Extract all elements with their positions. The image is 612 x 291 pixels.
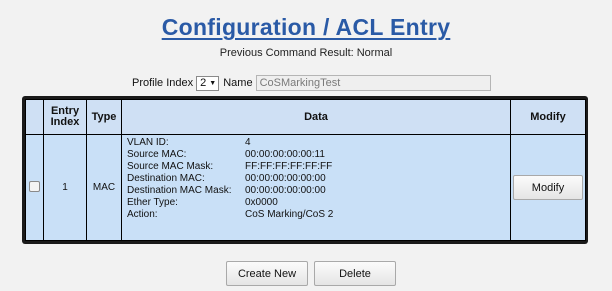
acl-table-container: Entry Index Type Data Modify 1 MAC VLAN … — [22, 96, 588, 244]
entry-index-cell: 1 — [44, 135, 86, 240]
row-select-cell — [26, 135, 43, 240]
field-key: Ether Type: — [127, 197, 178, 208]
field-value: CoS Marking/CoS 2 — [245, 209, 334, 220]
select-column-header — [26, 100, 43, 134]
command-result-text: Previous Command Result: Normal — [219, 47, 393, 59]
page-title: Configuration / ACL Entry — [161, 14, 451, 40]
profile-name-label: Name — [223, 77, 253, 89]
data-column-header: Data — [122, 100, 510, 134]
acl-entry-page: Configuration / ACL Entry Previous Comma… — [0, 0, 612, 291]
profile-index-label: Profile Index — [132, 77, 194, 89]
field-key: Source MAC: — [127, 149, 187, 160]
data-cell: VLAN ID: 4 Source MAC: 00:00:00:00:00:11… — [122, 135, 510, 240]
field-value: 00:00:00:00:00:00 — [245, 185, 326, 196]
source-mac-mask-field: Source MAC Mask: FF:FF:FF:FF:FF:FF — [127, 161, 510, 173]
delete-button[interactable]: Delete — [314, 261, 396, 286]
dropdown-arrow-icon: ▼ — [209, 79, 217, 87]
field-value: FF:FF:FF:FF:FF:FF — [245, 161, 333, 172]
destination-mac-mask-field: Destination MAC Mask: 00:00:00:00:00:00 — [127, 185, 510, 197]
profile-name-field[interactable] — [255, 75, 491, 91]
destination-mac-field: Destination MAC: 00:00:00:00:00:00 — [127, 173, 510, 185]
ether-type-field: Ether Type: 0x0000 — [127, 197, 510, 209]
entry-index-column-header: Entry Index — [44, 100, 86, 134]
field-key: VLAN ID: — [127, 137, 169, 148]
vlan-id-field: VLAN ID: 4 — [127, 137, 510, 149]
acl-entry-table: Entry Index Type Data Modify 1 MAC VLAN … — [25, 99, 586, 241]
profile-index-select[interactable]: 2 ▼ — [196, 75, 220, 91]
field-key: Action: — [127, 209, 158, 220]
field-key: Destination MAC Mask: — [127, 185, 232, 196]
action-field: Action: CoS Marking/CoS 2 — [127, 209, 510, 221]
field-value: 4 — [245, 137, 251, 148]
source-mac-field: Source MAC: 00:00:00:00:00:11 — [127, 149, 510, 161]
profile-selector-row: Profile Index 2 ▼ Name — [132, 74, 491, 92]
field-value: 00:00:00:00:00:11 — [245, 149, 325, 160]
modify-cell: Modify — [511, 135, 585, 240]
profile-index-value: 2 — [200, 77, 207, 89]
field-key: Source MAC Mask: — [127, 161, 214, 172]
field-key: Destination MAC: — [127, 173, 205, 184]
row-select-checkbox[interactable] — [29, 180, 40, 192]
table-header-row: Entry Index Type Data Modify — [26, 100, 585, 134]
modify-button[interactable]: Modify — [513, 175, 583, 200]
create-new-button[interactable]: Create New — [226, 261, 308, 286]
field-value: 0x0000 — [245, 197, 278, 208]
action-buttons: Create New Delete — [226, 261, 396, 286]
field-value: 00:00:00:00:00:00 — [245, 173, 326, 184]
modify-column-header: Modify — [511, 100, 585, 134]
type-cell: MAC — [87, 135, 121, 240]
type-column-header: Type — [87, 100, 121, 134]
table-row: 1 MAC VLAN ID: 4 Source MAC: 00:00:00:00… — [26, 135, 585, 240]
